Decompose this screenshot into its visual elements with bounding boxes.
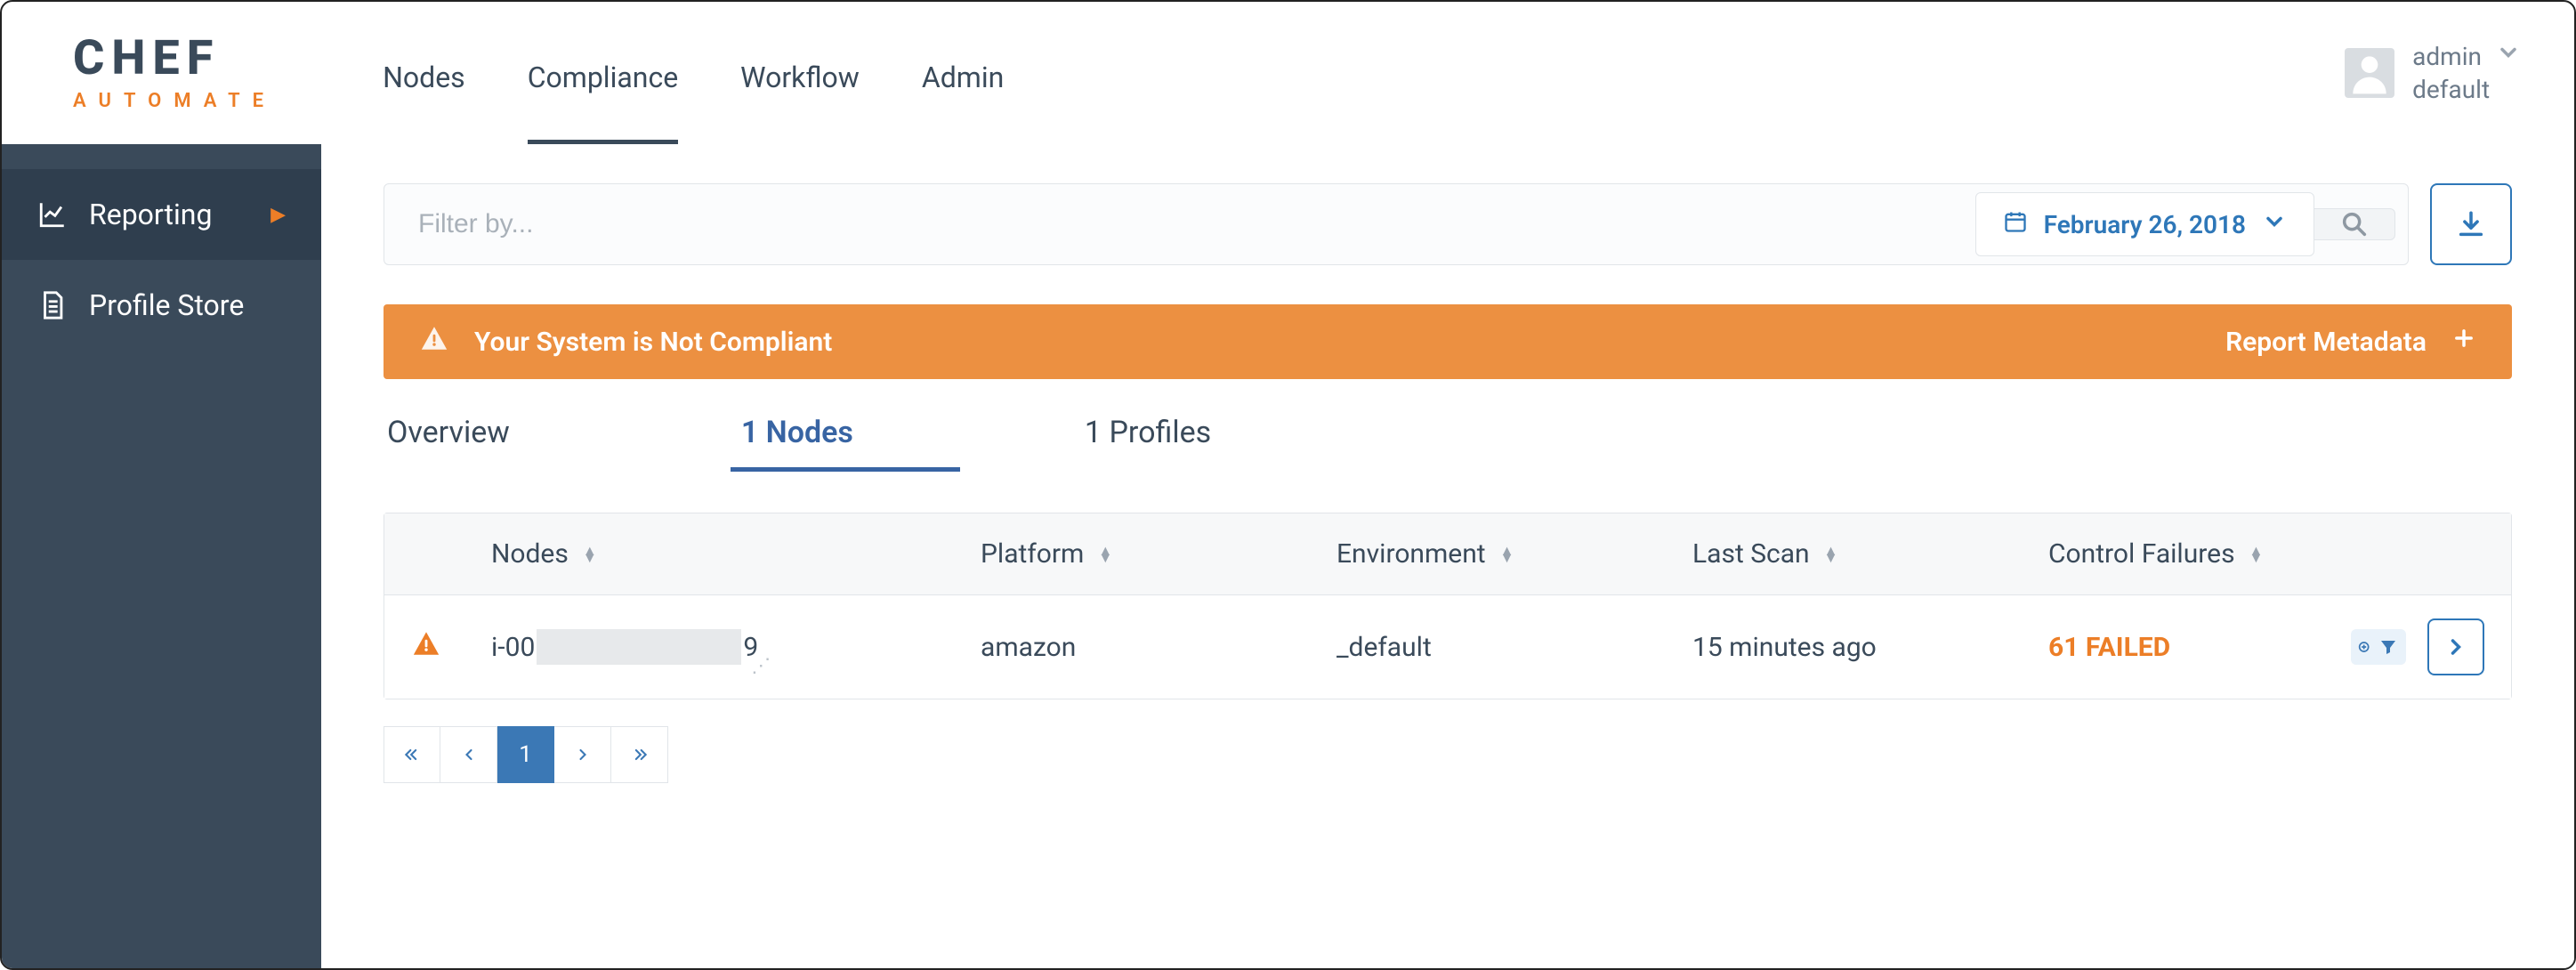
sort-icon: ▲▼ (1500, 547, 1514, 562)
calendar-icon (2003, 209, 2028, 240)
sidebar-item-label: Profile Store (89, 288, 244, 322)
sidebar-item-label: Reporting (89, 198, 212, 231)
col-header-environment[interactable]: Environment ▲▼ (1336, 538, 1692, 570)
download-button[interactable] (2430, 183, 2512, 265)
banner-message: Your System is Not Compliant (474, 327, 832, 358)
page-1[interactable]: 1 (497, 726, 554, 783)
logo-main: CHEF (73, 35, 276, 83)
filter-row: February 26, 2018 (384, 183, 2512, 265)
tab-overview[interactable]: Overview (387, 415, 510, 468)
top-nav: Nodes Compliance Workflow Admin (383, 2, 1004, 144)
col-header-control-failures[interactable]: Control Failures ▲▼ (2048, 538, 2351, 570)
nav-admin[interactable]: Admin (922, 11, 1004, 144)
main-content: February 26, 2018 (321, 144, 2574, 968)
search-button[interactable] (2314, 208, 2395, 240)
report-metadata-button[interactable]: Report Metadata (2225, 326, 2476, 358)
nav-compliance[interactable]: Compliance (528, 11, 678, 144)
top-header: CHEF AUTOMATE Nodes Compliance Workflow … (2, 2, 2574, 144)
caret-right-icon: ▶ (271, 204, 286, 226)
tabs: Overview 1 Nodes 1 Profiles (384, 415, 2512, 468)
pagination: 1 (384, 726, 2512, 783)
logo-sub: AUTOMATE (73, 90, 276, 112)
document-icon (37, 290, 68, 320)
row-detail-button[interactable] (2427, 618, 2484, 675)
tab-profiles[interactable]: 1 Profiles (1085, 415, 1211, 468)
table-row: i-00 9 ⋰ amazon _default 15 minutes ago … (384, 594, 2511, 699)
cell-last-scan: 15 minutes ago (1692, 632, 1877, 663)
nav-workflow[interactable]: Workflow (740, 11, 860, 144)
date-label: February 26, 2018 (2044, 210, 2246, 239)
tab-nodes[interactable]: 1 Nodes (741, 415, 853, 468)
col-header-nodes[interactable]: Nodes ▲▼ (491, 538, 981, 570)
redacted-text (537, 629, 741, 665)
warning-icon (411, 628, 441, 666)
chevron-down-icon (2262, 209, 2287, 240)
nav-nodes[interactable]: Nodes (383, 11, 465, 144)
sort-icon: ▲▼ (1824, 547, 1838, 562)
page-last[interactable] (611, 726, 668, 783)
cell-environment: _default (1336, 632, 1432, 663)
banner-action-label: Report Metadata (2225, 327, 2427, 358)
chevron-down-icon (2496, 40, 2521, 73)
table-header: Nodes ▲▼ Platform ▲▼ Environment ▲▼ Last… (384, 513, 2511, 594)
chart-line-icon (37, 199, 68, 230)
resize-handle-icon: ⋰ (751, 655, 771, 677)
col-header-last-scan[interactable]: Last Scan ▲▼ (1692, 538, 2048, 570)
sidebar-item-profile-store[interactable]: Profile Store (2, 260, 321, 351)
sidebar-item-reporting[interactable]: Reporting ▶ (2, 169, 321, 260)
warning-icon (419, 323, 449, 360)
logo: CHEF AUTOMATE (73, 35, 276, 112)
profile-org: default (2412, 74, 2521, 106)
profile-name: admin (2412, 41, 2482, 73)
compliance-banner: Your System is Not Compliant Report Meta… (384, 304, 2512, 379)
date-picker[interactable]: February 26, 2018 (1975, 192, 2314, 256)
add-filter-button[interactable] (2351, 629, 2406, 665)
node-id: i-00 9 ⋰ (491, 629, 758, 665)
profile-menu[interactable]: admin default (2345, 40, 2521, 106)
page-first[interactable] (384, 726, 440, 783)
plus-icon (2451, 326, 2476, 358)
filter-input[interactable] (416, 208, 1975, 240)
page-next[interactable] (554, 726, 611, 783)
sort-icon: ▲▼ (2249, 547, 2264, 562)
sort-icon: ▲▼ (1098, 547, 1112, 562)
nodes-table: Nodes ▲▼ Platform ▲▼ Environment ▲▼ Last… (384, 513, 2512, 699)
filter-box: February 26, 2018 (384, 183, 2409, 265)
col-header-platform[interactable]: Platform ▲▼ (981, 538, 1336, 570)
avatar (2345, 48, 2394, 98)
page-prev[interactable] (440, 726, 497, 783)
cell-platform: amazon (981, 632, 1076, 663)
sort-icon: ▲▼ (583, 547, 597, 562)
sidebar: Reporting ▶ Profile Store (2, 144, 321, 968)
cell-failures: 61 FAILED (2048, 632, 2170, 663)
